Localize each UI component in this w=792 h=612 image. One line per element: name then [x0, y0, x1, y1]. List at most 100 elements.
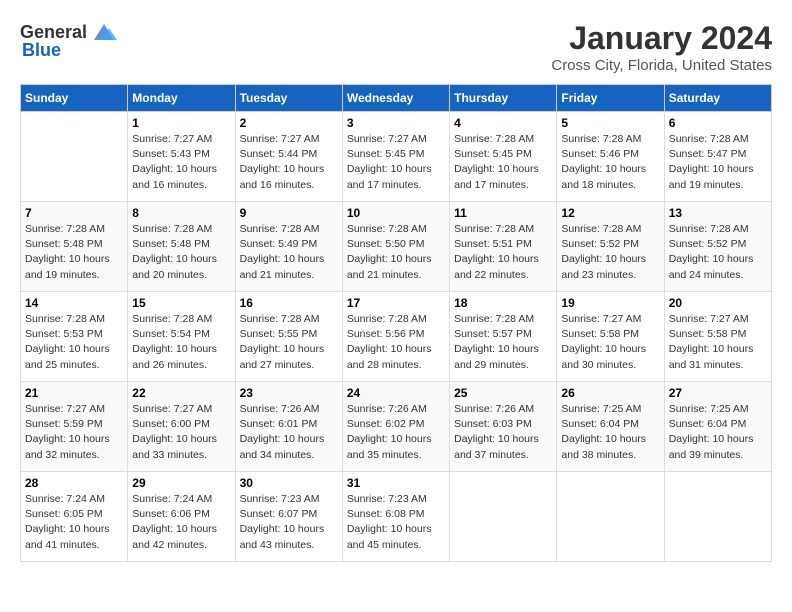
day-info: Sunrise: 7:26 AMSunset: 6:02 PMDaylight:…: [347, 402, 445, 463]
title-section: January 2024 Cross City, Florida, United…: [551, 20, 772, 74]
day-cell: 16Sunrise: 7:28 AMSunset: 5:55 PMDayligh…: [235, 292, 342, 382]
day-cell: 6 Sunrise: 7:28 AMSunset: 5:47 PMDaylight…: [664, 112, 771, 202]
header-cell-friday: Friday: [557, 85, 664, 112]
day-number: 18: [454, 296, 552, 310]
week-row-2: 7 Sunrise: 7:28 AMSunset: 5:48 PMDaylight…: [21, 202, 772, 292]
day-info: Sunrise: 7:28 AMSunset: 5:48 PMDaylight:…: [25, 222, 123, 283]
header-cell-monday: Monday: [128, 85, 235, 112]
day-info: Sunrise: 7:28 AMSunset: 5:47 PMDaylight:…: [669, 132, 767, 193]
day-number: 22: [132, 386, 230, 400]
day-number: 16: [240, 296, 338, 310]
day-cell: 21Sunrise: 7:27 AMSunset: 5:59 PMDayligh…: [21, 382, 128, 472]
day-cell: 27 Sunrise: 7:25 AMSunset: 6:04 PMDayligh…: [664, 382, 771, 472]
week-row-3: 14 Sunrise: 7:28 AMSunset: 5:53 PMDayligh…: [21, 292, 772, 382]
day-info: Sunrise: 7:24 AMSunset: 6:05 PMDaylight:…: [25, 492, 123, 553]
day-cell: 22 Sunrise: 7:27 AMSunset: 6:00 PMDayligh…: [128, 382, 235, 472]
day-info: Sunrise: 7:28 AMSunset: 5:49 PMDaylight:…: [240, 222, 338, 283]
day-info: Sunrise: 7:28 AMSunset: 5:50 PMDaylight:…: [347, 222, 445, 283]
day-cell: 26 Sunrise: 7:25 AMSunset: 6:04 PMDayligh…: [557, 382, 664, 472]
day-info: Sunrise: 7:24 AMSunset: 6:06 PMDaylight:…: [132, 492, 230, 553]
week-row-4: 21Sunrise: 7:27 AMSunset: 5:59 PMDayligh…: [21, 382, 772, 472]
day-number: 24: [347, 386, 445, 400]
day-cell: 4 Sunrise: 7:28 AMSunset: 5:45 PMDaylight…: [450, 112, 557, 202]
day-info: Sunrise: 7:28 AMSunset: 5:46 PMDaylight:…: [561, 132, 659, 193]
day-info: Sunrise: 7:25 AMSunset: 6:04 PMDaylight:…: [669, 402, 767, 463]
day-cell: 12 Sunrise: 7:28 AMSunset: 5:52 PMDayligh…: [557, 202, 664, 292]
day-number: 20: [669, 296, 767, 310]
day-info: Sunrise: 7:28 AMSunset: 5:53 PMDaylight:…: [25, 312, 123, 373]
day-info: Sunrise: 7:26 AMSunset: 6:03 PMDaylight:…: [454, 402, 552, 463]
day-number: 28: [25, 476, 123, 490]
day-info: Sunrise: 7:27 AMSunset: 5:59 PMDaylight:…: [25, 402, 123, 463]
day-cell: [664, 472, 771, 562]
day-cell: 19 Sunrise: 7:27 AMSunset: 5:58 PMDayligh…: [557, 292, 664, 382]
day-info: Sunrise: 7:25 AMSunset: 6:04 PMDaylight:…: [561, 402, 659, 463]
week-row-5: 28 Sunrise: 7:24 AMSunset: 6:05 PMDayligh…: [21, 472, 772, 562]
day-cell: 2Sunrise: 7:27 AMSunset: 5:44 PMDaylight…: [235, 112, 342, 202]
day-cell: 14 Sunrise: 7:28 AMSunset: 5:53 PMDayligh…: [21, 292, 128, 382]
day-info: Sunrise: 7:27 AMSunset: 6:00 PMDaylight:…: [132, 402, 230, 463]
day-cell: 1Sunrise: 7:27 AMSunset: 5:43 PMDaylight…: [128, 112, 235, 202]
day-number: 23: [240, 386, 338, 400]
day-number: 11: [454, 206, 552, 220]
day-cell: 23 Sunrise: 7:26 AMSunset: 6:01 PMDayligh…: [235, 382, 342, 472]
day-cell: 3Sunrise: 7:27 AMSunset: 5:45 PMDaylight…: [342, 112, 449, 202]
calendar-body: 1Sunrise: 7:27 AMSunset: 5:43 PMDaylight…: [21, 112, 772, 562]
calendar-header: SundayMondayTuesdayWednesdayThursdayFrid…: [21, 85, 772, 112]
subtitle: Cross City, Florida, United States: [551, 57, 772, 74]
day-number: 8: [132, 206, 230, 220]
day-cell: 18 Sunrise: 7:28 AMSunset: 5:57 PMDayligh…: [450, 292, 557, 382]
main-title: January 2024: [551, 20, 772, 57]
day-number: 12: [561, 206, 659, 220]
day-number: 31: [347, 476, 445, 490]
day-cell: 17 Sunrise: 7:28 AMSunset: 5:56 PMDayligh…: [342, 292, 449, 382]
header-cell-saturday: Saturday: [664, 85, 771, 112]
day-number: 14: [25, 296, 123, 310]
day-number: 25: [454, 386, 552, 400]
day-cell: 8 Sunrise: 7:28 AMSunset: 5:48 PMDaylight…: [128, 202, 235, 292]
day-number: 27: [669, 386, 767, 400]
day-info: Sunrise: 7:27 AMSunset: 5:58 PMDaylight:…: [561, 312, 659, 373]
day-number: 9: [240, 206, 338, 220]
day-info: Sunrise: 7:28 AMSunset: 5:52 PMDaylight:…: [561, 222, 659, 283]
day-number: 2: [240, 116, 338, 130]
calendar-table: SundayMondayTuesdayWednesdayThursdayFrid…: [20, 84, 772, 562]
day-number: 5: [561, 116, 659, 130]
day-number: 6: [669, 116, 767, 130]
logo-icon: [89, 20, 119, 44]
day-info: Sunrise: 7:23 AMSunset: 6:08 PMDaylight:…: [347, 492, 445, 553]
day-info: Sunrise: 7:26 AMSunset: 6:01 PMDaylight:…: [240, 402, 338, 463]
day-info: Sunrise: 7:28 AMSunset: 5:48 PMDaylight:…: [132, 222, 230, 283]
day-info: Sunrise: 7:28 AMSunset: 5:52 PMDaylight:…: [669, 222, 767, 283]
day-number: 29: [132, 476, 230, 490]
day-cell: 20Sunrise: 7:27 AMSunset: 5:58 PMDayligh…: [664, 292, 771, 382]
day-info: Sunrise: 7:28 AMSunset: 5:45 PMDaylight:…: [454, 132, 552, 193]
day-info: Sunrise: 7:28 AMSunset: 5:56 PMDaylight:…: [347, 312, 445, 373]
day-cell: [450, 472, 557, 562]
day-info: Sunrise: 7:28 AMSunset: 5:51 PMDaylight:…: [454, 222, 552, 283]
day-info: Sunrise: 7:27 AMSunset: 5:43 PMDaylight:…: [132, 132, 230, 193]
day-cell: 9 Sunrise: 7:28 AMSunset: 5:49 PMDaylight…: [235, 202, 342, 292]
day-number: 17: [347, 296, 445, 310]
day-number: 26: [561, 386, 659, 400]
day-cell: [557, 472, 664, 562]
header-row: SundayMondayTuesdayWednesdayThursdayFrid…: [21, 85, 772, 112]
header-cell-thursday: Thursday: [450, 85, 557, 112]
day-cell: 31 Sunrise: 7:23 AMSunset: 6:08 PMDayligh…: [342, 472, 449, 562]
day-info: Sunrise: 7:28 AMSunset: 5:57 PMDaylight:…: [454, 312, 552, 373]
header: General Blue January 2024 Cross City, Fl…: [20, 20, 772, 74]
day-info: Sunrise: 7:23 AMSunset: 6:07 PMDaylight:…: [240, 492, 338, 553]
day-cell: 11 Sunrise: 7:28 AMSunset: 5:51 PMDayligh…: [450, 202, 557, 292]
day-number: 7: [25, 206, 123, 220]
day-number: 4: [454, 116, 552, 130]
week-row-1: 1Sunrise: 7:27 AMSunset: 5:43 PMDaylight…: [21, 112, 772, 202]
day-number: 15: [132, 296, 230, 310]
day-cell: 25 Sunrise: 7:26 AMSunset: 6:03 PMDayligh…: [450, 382, 557, 472]
day-number: 3: [347, 116, 445, 130]
logo-blue-text: Blue: [22, 40, 61, 61]
day-number: 19: [561, 296, 659, 310]
day-cell: 28 Sunrise: 7:24 AMSunset: 6:05 PMDayligh…: [21, 472, 128, 562]
day-cell: 29 Sunrise: 7:24 AMSunset: 6:06 PMDayligh…: [128, 472, 235, 562]
day-cell: 15Sunrise: 7:28 AMSunset: 5:54 PMDayligh…: [128, 292, 235, 382]
day-cell: [21, 112, 128, 202]
